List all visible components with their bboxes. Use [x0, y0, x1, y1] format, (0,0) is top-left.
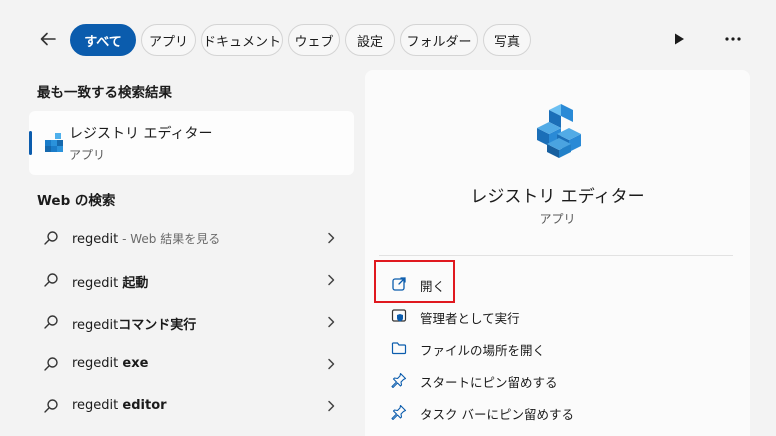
web-result-item[interactable]: regedit - Web 結果を見る: [29, 218, 354, 258]
search-icon: [44, 315, 58, 329]
chevron-right-icon[interactable]: [325, 357, 337, 371]
best-match-item[interactable]: レジストリ エディター アプリ: [29, 111, 354, 175]
app-detail-panel: レジストリ エディター アプリ 開く 管理者として実行 ファイルの場所を開く ス…: [365, 70, 750, 436]
action-label: ファイルの場所を開く: [420, 343, 546, 358]
pin-icon: [391, 404, 407, 420]
tab-settings[interactable]: 設定: [345, 24, 395, 56]
tab-web[interactable]: ウェブ: [288, 24, 340, 56]
more-options-button[interactable]: [722, 30, 744, 48]
web-result-text: regedit 起動: [72, 276, 149, 291]
divider: [379, 255, 733, 256]
search-icon: [44, 231, 58, 245]
best-match-name: レジストリ エディター: [69, 126, 213, 142]
web-result-text: regedit editor: [72, 398, 167, 413]
search-icon: [44, 273, 58, 287]
action-label: 管理者として実行: [420, 311, 520, 326]
selection-indicator: [29, 131, 32, 155]
registry-editor-icon: [45, 133, 63, 152]
shield-admin-icon: [391, 309, 407, 322]
web-result-text: regedit exe: [72, 356, 149, 371]
web-result-item[interactable]: regedit editor: [29, 386, 354, 426]
action-label: スタートにピン留めする: [420, 375, 558, 390]
action-label: タスク バーにピン留めする: [420, 407, 574, 422]
filter-bar: すべて アプリ ドキュメント ウェブ 設定 フォルダー 写真: [0, 0, 776, 70]
tab-documents[interactable]: ドキュメント: [201, 24, 283, 56]
pin-icon: [391, 372, 407, 388]
tab-apps[interactable]: アプリ: [141, 24, 196, 56]
best-match-heading: 最も一致する検索結果: [37, 85, 172, 101]
play-icon: [675, 33, 684, 45]
chevron-right-icon[interactable]: [325, 231, 337, 245]
action-pin-to-taskbar[interactable]: タスク バーにピン留めする: [365, 397, 750, 427]
more-filters-button[interactable]: [670, 30, 688, 48]
open-action-highlight: [374, 260, 455, 303]
web-result-text: regedit - Web 結果を見る: [72, 232, 221, 247]
tab-folders[interactable]: フォルダー: [400, 24, 478, 56]
more-dots-icon: [725, 37, 741, 41]
web-result-item[interactable]: regedit exe: [29, 344, 354, 384]
web-result-text: regeditコマンド実行: [72, 318, 197, 333]
web-result-item[interactable]: regedit 起動: [29, 260, 354, 300]
tab-all[interactable]: すべて: [70, 24, 136, 56]
search-icon: [44, 399, 58, 413]
chevron-right-icon[interactable]: [325, 273, 337, 287]
back-arrow-icon: [40, 32, 56, 46]
action-open-file-location[interactable]: ファイルの場所を開く: [365, 333, 750, 363]
chevron-right-icon[interactable]: [325, 399, 337, 413]
tab-photos[interactable]: 写真: [483, 24, 531, 56]
back-button[interactable]: [36, 27, 60, 51]
folder-icon: [391, 342, 407, 355]
web-result-item[interactable]: regeditコマンド実行: [29, 302, 354, 342]
action-pin-to-start[interactable]: スタートにピン留めする: [365, 365, 750, 395]
registry-editor-large-icon: [537, 104, 581, 158]
web-search-heading: Web の検索: [37, 193, 116, 209]
action-run-as-admin[interactable]: 管理者として実行: [365, 301, 750, 331]
search-icon: [44, 357, 58, 371]
best-match-type: アプリ: [69, 148, 106, 162]
app-name: レジストリ エディター: [470, 187, 645, 207]
chevron-right-icon[interactable]: [325, 315, 337, 329]
app-type: アプリ: [539, 212, 576, 226]
